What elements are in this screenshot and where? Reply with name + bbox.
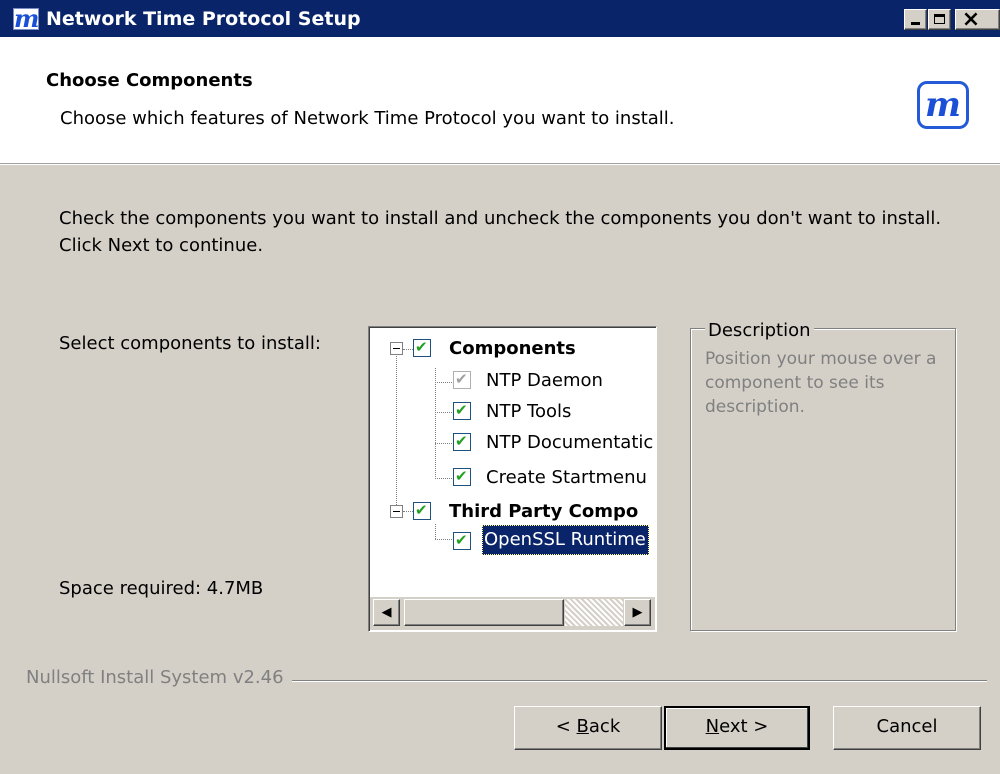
collapse-third-party-button[interactable] bbox=[390, 505, 403, 518]
tree-connector bbox=[396, 356, 397, 513]
checkmark-icon: ✔ bbox=[455, 467, 468, 485]
scroll-track[interactable] bbox=[565, 599, 623, 626]
page-title: Choose Components bbox=[46, 70, 253, 91]
horizontal-scrollbar[interactable]: ◀ ▶ bbox=[370, 597, 655, 630]
back-button[interactable]: < Back bbox=[514, 706, 662, 750]
tree-connector bbox=[435, 478, 452, 479]
minimize-button[interactable] bbox=[904, 9, 927, 30]
arrow-right-icon: ▶ bbox=[632, 605, 643, 620]
third-party-checkbox[interactable]: ✔ bbox=[413, 501, 431, 520]
next-mnemonic: N bbox=[705, 716, 720, 737]
next-rest: ext > bbox=[719, 716, 769, 737]
checkmark-icon: ✔ bbox=[455, 370, 468, 388]
tree-item-ntp-tools[interactable]: NTP Tools bbox=[486, 397, 571, 427]
tree-item-openssl-runtime[interactable]: OpenSSL Runtime bbox=[482, 525, 649, 555]
tree-item-components[interactable]: Components bbox=[449, 334, 576, 364]
tree-connector bbox=[435, 368, 436, 479]
tree-item-create-startmenu[interactable]: Create Startmenu bbox=[486, 463, 647, 493]
tree-item-third-party[interactable]: Third Party Compo bbox=[449, 497, 638, 527]
select-components-label: Select components to install: bbox=[59, 333, 321, 354]
close-button[interactable]: × bbox=[955, 7, 1000, 32]
checkmark-icon: ✔ bbox=[455, 432, 468, 450]
tree-item-ntp-daemon[interactable]: NTP Daemon bbox=[486, 366, 603, 396]
branding-text: Nullsoft Install System v2.46 bbox=[26, 667, 292, 688]
ntp-documentation-checkbox[interactable]: ✔ bbox=[453, 432, 471, 451]
cancel-button[interactable]: Cancel bbox=[833, 706, 981, 750]
back-prefix: < bbox=[555, 716, 577, 737]
tree-connector bbox=[403, 349, 413, 350]
checkmark-icon: ✔ bbox=[415, 338, 428, 356]
tree-connector bbox=[435, 382, 452, 383]
ntp-tools-checkbox[interactable]: ✔ bbox=[453, 401, 471, 420]
header-panel: Choose Components Choose which features … bbox=[0, 37, 1000, 164]
scroll-left-button[interactable]: ◀ bbox=[373, 599, 400, 626]
tree-connector bbox=[435, 412, 452, 413]
page-subtitle: Choose which features of Network Time Pr… bbox=[60, 108, 675, 129]
description-legend: Description bbox=[705, 320, 814, 341]
app-icon[interactable]: m bbox=[13, 4, 39, 33]
collapse-components-button[interactable] bbox=[390, 342, 403, 355]
space-required-label: Space required: 4.7MB bbox=[59, 578, 264, 599]
tree-connector bbox=[435, 539, 452, 540]
checkmark-icon: ✔ bbox=[415, 501, 428, 519]
arrow-left-icon: ◀ bbox=[381, 605, 392, 620]
close-icon: × bbox=[961, 7, 981, 32]
minus-icon bbox=[393, 348, 400, 349]
components-tree[interactable]: ✔ Components ✔ NTP Daemon ✔ NTP Tools ✔ … bbox=[368, 326, 657, 632]
title-bar[interactable]: m Network Time Protocol Setup × bbox=[0, 0, 1000, 37]
back-mnemonic: B bbox=[576, 716, 589, 737]
app-icon-glyph: m bbox=[14, 4, 40, 33]
checkmark-icon: ✔ bbox=[455, 531, 468, 549]
tree-connector bbox=[435, 524, 436, 539]
ntp-daemon-checkbox: ✔ bbox=[453, 370, 471, 389]
tree-connector bbox=[435, 443, 452, 444]
maximize-icon bbox=[934, 14, 945, 24]
minimize-icon bbox=[911, 22, 920, 25]
scroll-right-button[interactable]: ▶ bbox=[624, 599, 651, 626]
checkmark-icon: ✔ bbox=[455, 401, 468, 419]
openssl-runtime-checkbox[interactable]: ✔ bbox=[453, 531, 471, 550]
tree-item-ntp-documentation[interactable]: NTP Documentatic bbox=[486, 428, 653, 458]
minus-icon bbox=[393, 511, 400, 512]
next-button[interactable]: Next > bbox=[664, 706, 810, 750]
logo-glyph: m bbox=[925, 85, 961, 125]
description-text: Position your mouse over a component to … bbox=[705, 349, 937, 417]
maximize-button[interactable] bbox=[928, 9, 951, 30]
intro-text: Check the components you want to install… bbox=[59, 208, 942, 256]
window-title: Network Time Protocol Setup bbox=[46, 8, 361, 30]
components-checkbox[interactable]: ✔ bbox=[413, 338, 431, 357]
tree-connector bbox=[403, 511, 413, 512]
installer-logo: m bbox=[917, 81, 969, 129]
create-startmenu-checkbox[interactable]: ✔ bbox=[453, 467, 471, 486]
back-rest: ack bbox=[588, 716, 621, 737]
scroll-thumb[interactable] bbox=[404, 599, 564, 626]
